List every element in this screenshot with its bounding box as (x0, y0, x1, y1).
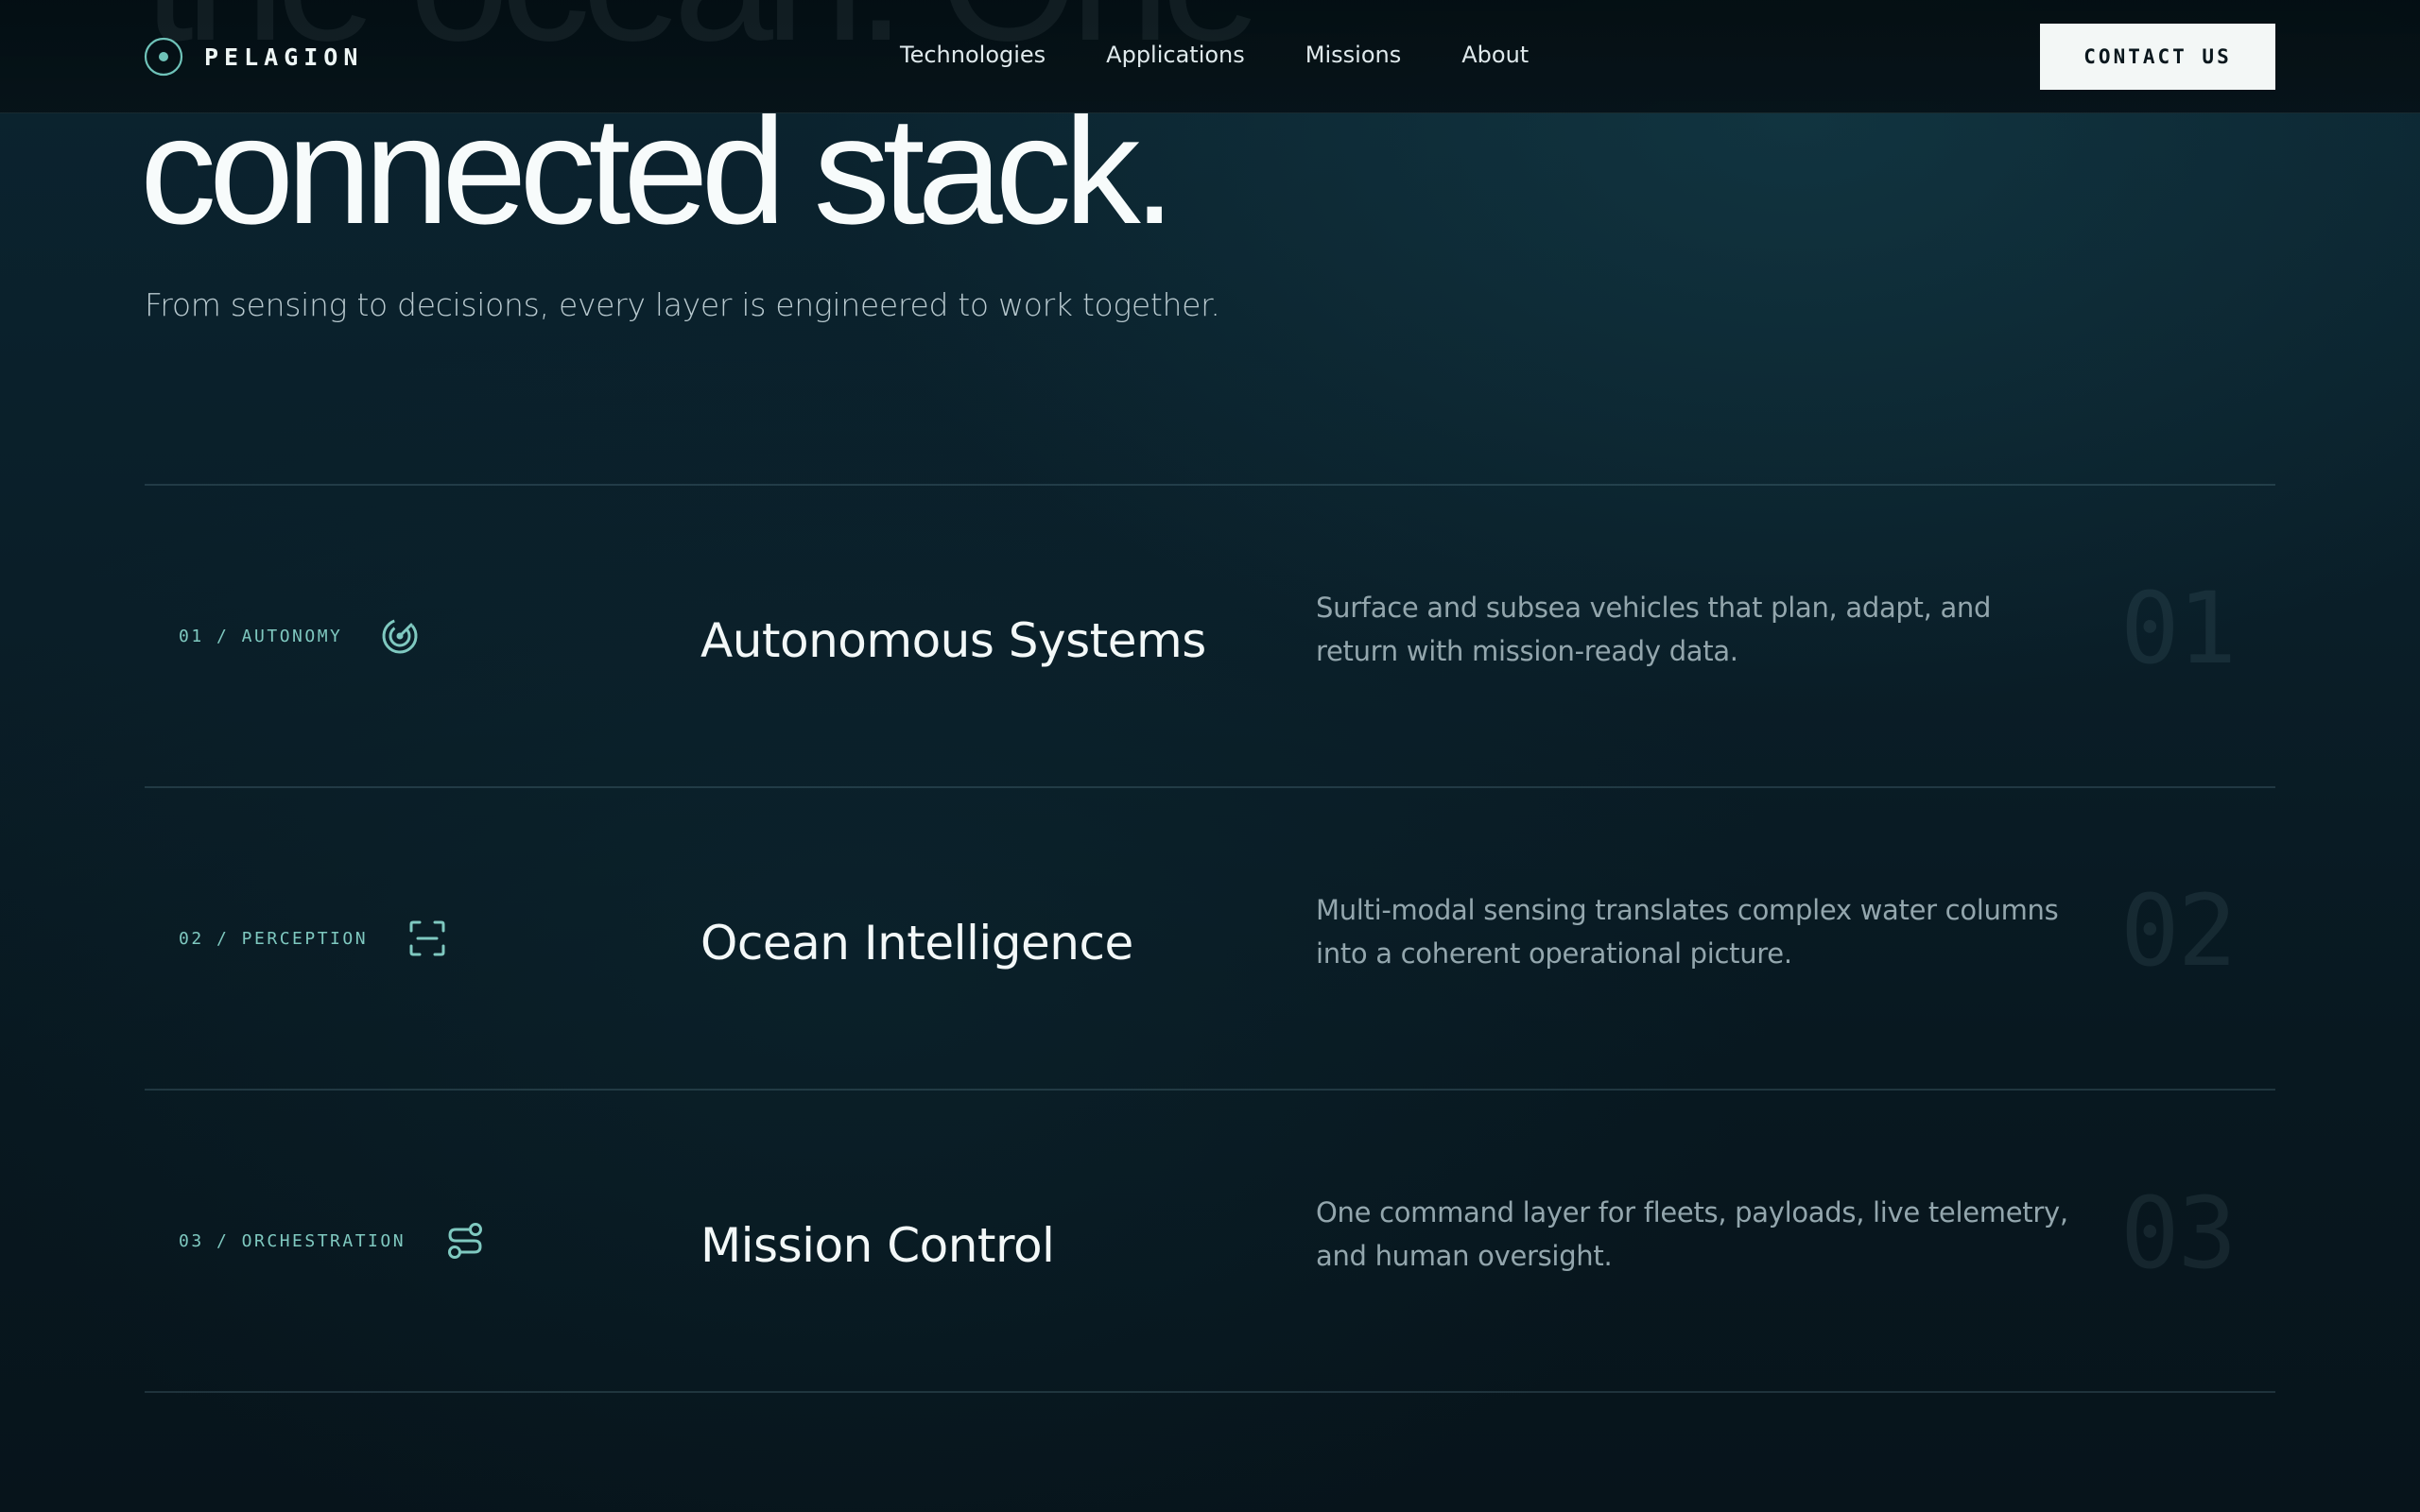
pelagion-logo-icon (144, 37, 183, 77)
hero-title: connected stack. (140, 85, 1176, 256)
stack-row-perception[interactable]: 02 / PERCEPTION Ocean Intelligence Multi… (145, 787, 2275, 1090)
nav-link-about[interactable]: About (1461, 42, 1529, 68)
row-number: 02 (2120, 873, 2237, 988)
stack-row-orchestration[interactable]: 03 / ORCHESTRATION Mission Control One c… (145, 1090, 2275, 1392)
nav-link-missions[interactable]: Missions (1305, 42, 1401, 68)
nav-link-applications[interactable]: Applications (1106, 42, 1245, 68)
row-tag: 02 / PERCEPTION (179, 787, 447, 1090)
hero-subtitle: From sensing to decisions, every layer i… (145, 286, 1220, 323)
row-description: Surface and subsea vehicles that plan, a… (1316, 592, 1992, 667)
contact-us-button[interactable]: CONTACT US (2040, 24, 2275, 90)
nav-link-technologies[interactable]: Technologies (900, 42, 1046, 68)
row-number: 01 (2120, 571, 2237, 686)
row-title: Autonomous Systems (700, 613, 1206, 668)
row-tag: 01 / AUTONOMY (179, 485, 420, 787)
row-number: 03 (2120, 1176, 2237, 1291)
row-tag-label: 03 / ORCHESTRATION (179, 1230, 406, 1251)
route-icon (448, 1223, 483, 1259)
row-divider (145, 1391, 2275, 1393)
row-title: Mission Control (700, 1218, 1055, 1273)
row-description: Multi-modal sensing translates complex w… (1316, 894, 2059, 970)
row-tag-label: 02 / PERCEPTION (179, 928, 369, 949)
radar-icon (382, 618, 418, 654)
row-title: Ocean Intelligence (700, 916, 1133, 971)
brand-logo-link[interactable]: PELAGION (144, 37, 363, 77)
top-navigation: the ocean. One PELAGION Technologies App… (0, 0, 2420, 113)
primary-nav: Technologies Applications Missions About (900, 42, 1529, 68)
scan-icon (409, 920, 445, 956)
row-tag-label: 01 / AUTONOMY (179, 626, 343, 646)
brand-name: PELAGION (204, 43, 364, 71)
row-description: One command layer for fleets, payloads, … (1316, 1196, 2068, 1272)
row-tag: 03 / ORCHESTRATION (179, 1090, 485, 1392)
stack-row-autonomy[interactable]: 01 / AUTONOMY Autonomous Systems Surface… (145, 485, 2275, 787)
